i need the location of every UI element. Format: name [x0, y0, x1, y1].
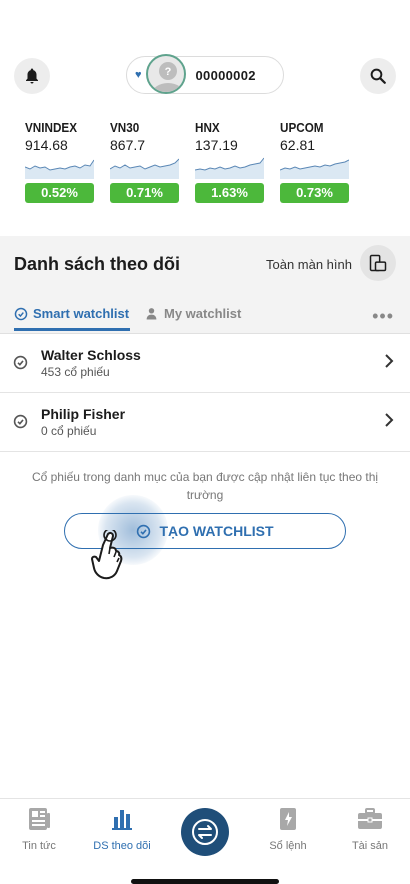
watchlist-name: Walter Schloss [41, 347, 141, 363]
market-indices: VNINDEX 914.68 0.52% VN30 867.7 0.71% HN… [25, 120, 395, 215]
bottom-navigation: Tin tức DS theo dõi Sổ lệnh Tài sản [0, 798, 410, 884]
top-bar: ♥ ? 00000002 [0, 54, 410, 96]
nav-label: Tin tức [22, 840, 56, 852]
index-value: 867.7 [110, 137, 146, 153]
index-change-badge: 0.73% [280, 183, 349, 203]
tab-smart-watchlist[interactable]: Smart watchlist [14, 306, 129, 321]
list-item[interactable]: Walter Schloss 453 cổ phiếu [0, 334, 410, 393]
account-number: 00000002 [195, 67, 256, 83]
fullscreen-button[interactable] [360, 245, 396, 281]
page-title: Danh sách theo dõi [14, 254, 181, 274]
sparkline-chart [25, 159, 94, 179]
sparkline-chart [110, 158, 179, 179]
watchlist-count: 453 cổ phiếu [41, 365, 110, 379]
index-change-badge: 0.71% [110, 183, 179, 203]
chevron-right-icon [385, 354, 394, 368]
smart-target-icon [14, 307, 28, 320]
search-button[interactable] [360, 58, 396, 94]
trade-button[interactable] [181, 808, 229, 856]
nav-label: DS theo dõi [93, 840, 151, 852]
watchlist-header: Danh sách theo dõi Toàn màn hình Smart w… [0, 236, 410, 334]
tab-my-label: My watchlist [164, 306, 242, 321]
active-tab-indicator [14, 328, 130, 331]
more-options-button[interactable]: ••• [372, 306, 394, 327]
fullscreen-label[interactable]: Toàn màn hình [266, 257, 352, 272]
tab-smart-label: Smart watchlist [33, 306, 130, 321]
nav-item-assets[interactable]: Tài sản [330, 807, 410, 852]
index-card-hnx[interactable]: HNX 137.19 1.63% [195, 120, 264, 203]
home-indicator [131, 879, 279, 884]
index-value: 914.68 [25, 137, 68, 153]
tab-my-watchlist[interactable]: My watchlist [145, 306, 241, 321]
nav-label: Sổ lệnh [269, 840, 307, 852]
watchlist-count: 0 cổ phiếu [41, 424, 97, 438]
user-icon [146, 308, 157, 320]
svg-text:?: ? [164, 66, 171, 78]
sparkline-chart [195, 157, 264, 179]
briefcase-icon [358, 808, 382, 829]
dropdown-heart-icon: ♥ [135, 69, 142, 81]
bar-chart-icon [112, 810, 132, 830]
pointing-hand-icon [91, 530, 123, 580]
index-value: 62.81 [280, 137, 316, 153]
index-name: VN30 [110, 120, 140, 135]
index-change-badge: 0.52% [25, 183, 94, 203]
watchlist-name: Philip Fisher [41, 406, 126, 422]
index-name: HNX [195, 120, 220, 135]
index-card-vnindex[interactable]: VNINDEX 914.68 0.52% [25, 120, 94, 203]
avatar: ? [145, 54, 186, 94]
index-name: VNINDEX [25, 120, 78, 135]
nav-item-news[interactable]: Tin tức [0, 807, 79, 852]
index-value: 137.19 [195, 137, 238, 153]
index-change-badge: 1.63% [195, 183, 264, 203]
nav-item-orders[interactable]: Sổ lệnh [248, 807, 328, 852]
list-item[interactable]: Philip Fisher 0 cổ phiếu [0, 393, 410, 452]
chevron-right-icon [385, 413, 394, 427]
index-card-upcom[interactable]: UPCOM 62.81 0.73% [280, 120, 349, 203]
fullscreen-icon [369, 254, 387, 272]
search-icon [370, 68, 386, 84]
create-watchlist-label: TẠO WATCHLIST [159, 523, 274, 539]
index-name: UPCOM [280, 120, 324, 135]
nav-item-watchlist[interactable]: DS theo dõi [82, 807, 162, 852]
exchange-icon [192, 819, 218, 845]
account-selector[interactable]: ♥ ? 00000002 [126, 54, 284, 94]
sparkline-chart [280, 159, 349, 179]
notification-button[interactable] [14, 58, 50, 94]
newspaper-icon [29, 808, 50, 830]
info-text: Cổ phiếu trong danh mục của bạn được cập… [31, 470, 379, 502]
watchlist-target-icon [13, 414, 28, 429]
nav-label: Tài sản [351, 840, 389, 852]
watchlist-target-icon [13, 355, 28, 370]
index-card-vn30[interactable]: VN30 867.7 0.71% [110, 120, 179, 203]
order-book-icon [280, 808, 296, 830]
bell-icon [26, 68, 38, 84]
